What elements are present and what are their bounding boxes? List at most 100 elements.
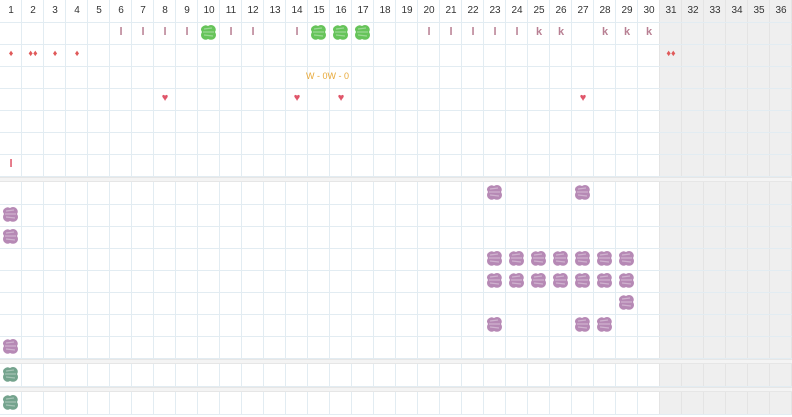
letter-mark-l[interactable]: l [110, 26, 132, 38]
green-scribble-icon[interactable] [309, 23, 328, 42]
grid-row-line [0, 154, 792, 155]
letter-mark-k[interactable]: k [616, 26, 638, 38]
letter-mark-k[interactable]: k [638, 26, 660, 38]
section-separator [0, 359, 792, 364]
tick-mark[interactable]: l [0, 158, 22, 170]
day-number: 36 [775, 5, 787, 16]
day-number: 16 [335, 5, 347, 16]
purple-scribble-icon[interactable] [507, 249, 526, 268]
day-number: 17 [357, 5, 369, 16]
day-number: 10 [203, 5, 215, 16]
grid-row-line [0, 292, 792, 293]
purple-scribble-icon[interactable] [573, 271, 592, 290]
letter-mark-l[interactable]: l [484, 26, 506, 38]
heart-icon[interactable]: ♥ [330, 92, 352, 104]
grid-column-line [549, 0, 550, 415]
grid-column-line [307, 0, 308, 415]
day-number: 28 [599, 5, 611, 16]
wo-label: W - 0W - 0 [306, 71, 349, 81]
purple-scribble-icon[interactable] [573, 249, 592, 268]
purple-scribble-icon[interactable] [485, 315, 504, 334]
day-number: 25 [533, 5, 545, 16]
purple-scribble-icon[interactable] [485, 249, 504, 268]
day-number: 32 [687, 5, 699, 16]
grid-column-line [351, 0, 352, 415]
grid-row-line [0, 336, 792, 337]
purple-scribble-icon[interactable] [485, 271, 504, 290]
green-scribble-icon[interactable] [353, 23, 372, 42]
purple-scribble-icon[interactable] [617, 249, 636, 268]
letter-mark-k[interactable]: k [550, 26, 572, 38]
grid-column-line [747, 0, 748, 415]
letter-mark-l[interactable]: l [462, 26, 484, 38]
drop-icon[interactable]: ♦♦ [22, 48, 44, 58]
drop-icon[interactable]: ♦ [0, 48, 22, 58]
drop-icon[interactable]: ♦♦ [660, 48, 682, 58]
day-number: 23 [489, 5, 501, 16]
heart-icon[interactable]: ♥ [286, 92, 308, 104]
letter-mark-l[interactable]: l [440, 26, 462, 38]
purple-scribble-icon[interactable] [1, 227, 20, 246]
calendar-grid: 1 2 3 4 5 6 7 8 9 10 11 12 13 14 15 16 17 18 19 20 21 22 23 24 2… [0, 0, 792, 415]
heart-icon[interactable]: ♥ [154, 92, 176, 104]
day-number: 29 [621, 5, 633, 16]
day-number: 19 [401, 5, 413, 16]
grid-column-line [285, 0, 286, 415]
purple-scribble-icon[interactable] [485, 183, 504, 202]
grid-column-line [43, 0, 44, 415]
purple-scribble-icon[interactable] [1, 337, 20, 356]
purple-scribble-icon[interactable] [551, 271, 570, 290]
grid-column-line [703, 0, 704, 415]
purple-scribble-icon[interactable] [573, 183, 592, 202]
grid-row-line [0, 248, 792, 249]
letter-mark-l[interactable]: l [132, 26, 154, 38]
letter-mark-k[interactable]: k [594, 26, 616, 38]
purple-scribble-icon[interactable] [573, 315, 592, 334]
purple-scribble-icon[interactable] [595, 315, 614, 334]
letter-mark-l[interactable]: l [242, 26, 264, 38]
teal-scribble-icon[interactable] [1, 365, 20, 384]
letter-mark-l[interactable]: l [154, 26, 176, 38]
green-scribble-icon[interactable] [199, 23, 218, 42]
letter-mark-k[interactable]: k [528, 26, 550, 38]
purple-scribble-icon[interactable] [529, 271, 548, 290]
letter-mark-l[interactable]: l [176, 26, 198, 38]
teal-scribble-icon[interactable] [1, 393, 20, 412]
purple-scribble-icon[interactable] [507, 271, 526, 290]
letter-mark-l[interactable]: l [286, 26, 308, 38]
day-number: 27 [577, 5, 589, 16]
day-number: 35 [753, 5, 765, 16]
letter-mark-l[interactable]: l [220, 26, 242, 38]
purple-scribble-icon[interactable] [551, 249, 570, 268]
letter-mark-l[interactable]: l [506, 26, 528, 38]
purple-scribble-icon[interactable] [1, 205, 20, 224]
grid-column-line [131, 0, 132, 415]
letter-mark-l[interactable]: l [418, 26, 440, 38]
grid-row-line [0, 44, 792, 45]
purple-scribble-icon[interactable] [617, 271, 636, 290]
drop-icon[interactable]: ♦ [44, 48, 66, 58]
heart-icon[interactable]: ♥ [572, 92, 594, 104]
grid-column-line [197, 0, 198, 415]
grid-row-line [0, 132, 792, 133]
grid-row-line [0, 270, 792, 271]
day-number: 3 [52, 5, 58, 16]
day-number: 11 [225, 5, 237, 16]
green-scribble-icon[interactable] [331, 23, 350, 42]
drop-icon[interactable]: ♦ [66, 48, 88, 58]
purple-scribble-icon[interactable] [617, 293, 636, 312]
purple-scribble-icon[interactable] [595, 271, 614, 290]
section-separator [0, 177, 792, 182]
grid-column-line [395, 0, 396, 415]
grid-column-line [505, 0, 506, 415]
day-number: 20 [423, 5, 435, 16]
grid-column-line [263, 0, 264, 415]
purple-scribble-icon[interactable] [595, 249, 614, 268]
day-number: 26 [555, 5, 567, 16]
grid-column-line [615, 0, 616, 415]
day-number: 9 [184, 5, 190, 16]
purple-scribble-icon[interactable] [529, 249, 548, 268]
grid-row-line [0, 88, 792, 89]
grid-row-line [0, 110, 792, 111]
disabled-days-shade [660, 0, 792, 415]
